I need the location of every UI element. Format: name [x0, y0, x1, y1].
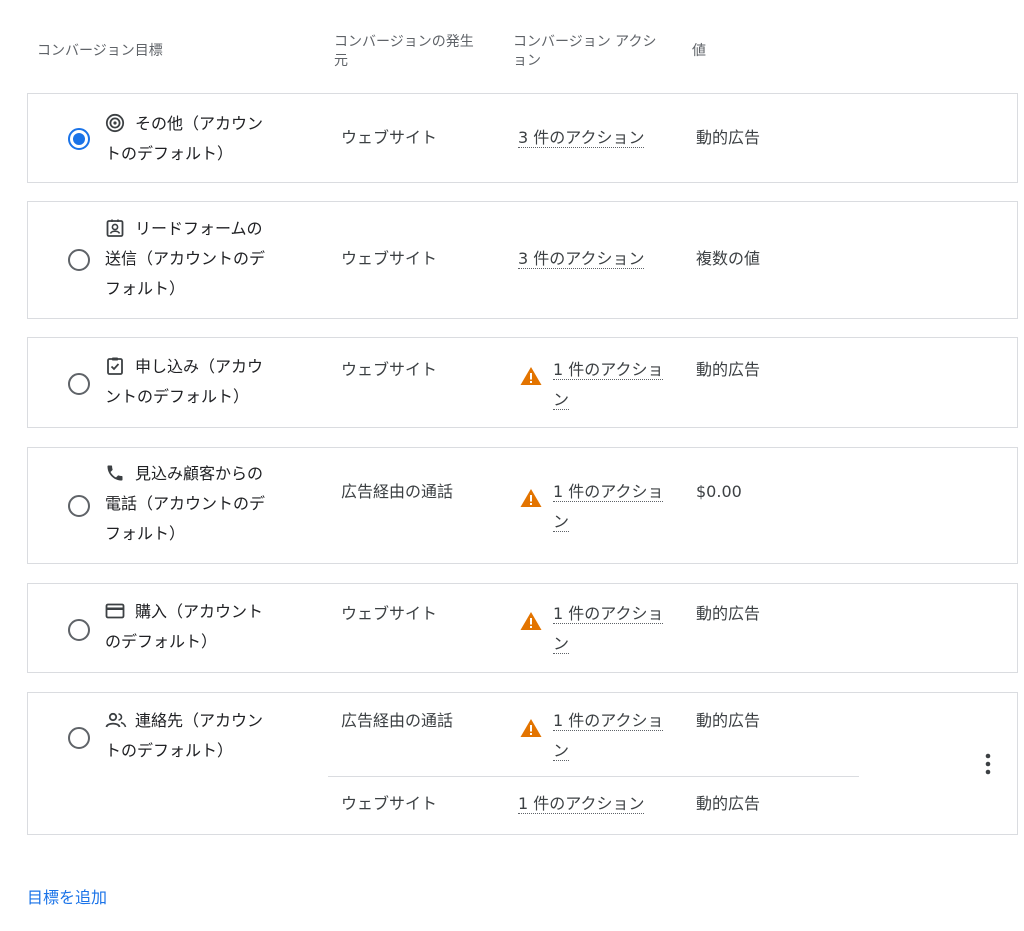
goal-label-line2: トのデフォルト）	[105, 741, 234, 760]
goal-label-contacts: 連絡先（アカウン トのデフォルト）	[105, 706, 295, 766]
action-link[interactable]: 1 件のアクショ ン	[553, 477, 678, 537]
action-link-text-line2: ン	[553, 741, 570, 761]
goal-radio-purchase[interactable]	[68, 619, 90, 641]
action-link-text-line1: 1 件のアクショ	[553, 604, 664, 624]
action-link[interactable]: 1 件のアクショ ン	[553, 706, 678, 766]
goal-label-line2: のデフォルト）	[105, 632, 218, 651]
column-header-action-line2: ョン	[513, 53, 541, 69]
action-link-text-line1: 1 件のアクショ	[553, 482, 664, 502]
value-cell: $0.00	[696, 482, 742, 501]
goal-label-lead-form: リードフォームの 送信（アカウントのデ フォルト）	[105, 214, 295, 304]
goal-radio-other[interactable]	[68, 128, 90, 150]
more-options-button[interactable]	[978, 751, 998, 777]
action-link-text: 3 件のアクション	[518, 128, 645, 148]
column-header-source: コンバージョンの発生 元	[334, 33, 474, 71]
action-link-text-line1: 1 件のアクショ	[553, 711, 664, 731]
goal-card-signup: 申し込み（アカウ ントのデフォルト） ウェブサイト 1 件のアクショ ン 動的広…	[27, 337, 1018, 428]
goal-radio-contacts[interactable]	[68, 727, 90, 749]
value-cell: 複数の値	[696, 249, 761, 268]
goal-label-line3: フォルト）	[105, 524, 186, 543]
goal-label-line2: 電話（アカウントのデ	[105, 494, 266, 513]
action-link-text-line1: 1 件のアクショ	[553, 360, 664, 380]
value-cell: 動的広告	[696, 794, 761, 813]
source-cell: ウェブサイト	[341, 604, 438, 623]
goal-card-lead-form: リードフォームの 送信（アカウントのデ フォルト） ウェブサイト 3 件のアクシ…	[27, 201, 1018, 319]
source-cell: 広告経由の通話	[341, 482, 454, 501]
goal-label-line1: 申し込み（アカウ	[135, 357, 264, 376]
source-cell: 広告経由の通話	[341, 711, 454, 730]
action-link[interactable]: 1 件のアクショ ン	[553, 355, 678, 415]
source-cell: ウェブサイト	[341, 128, 438, 147]
checklist-icon	[105, 356, 125, 376]
warning-icon	[520, 612, 542, 630]
goal-label-line2: 送信（アカウントのデ	[105, 249, 266, 268]
goal-label-line3: フォルト）	[105, 279, 186, 298]
warning-icon	[520, 719, 542, 737]
credit-card-icon	[105, 601, 125, 621]
goal-radio-lead-form[interactable]	[68, 249, 90, 271]
action-link-text: 3 件のアクション	[518, 249, 645, 269]
goal-card-phone-call: 見込み顧客からの 電話（アカウントのデ フォルト） 広告経由の通話 1 件のアク…	[27, 447, 1018, 564]
value-cell: 動的広告	[696, 128, 761, 147]
column-header-action: コンバージョン アクシ ョン	[513, 33, 656, 71]
goal-label-line1: 連絡先（アカウン	[135, 711, 264, 730]
column-header-source-line2: 元	[334, 53, 348, 69]
goal-label-line2: トのデフォルト）	[105, 144, 234, 163]
phone-icon	[105, 463, 125, 483]
goal-card-purchase: 購入（アカウント のデフォルト） ウェブサイト 1 件のアクショ ン 動的広告	[27, 583, 1018, 673]
source-cell: ウェブサイト	[341, 249, 438, 268]
goal-label-line1: リードフォームの	[135, 219, 263, 238]
contact-form-icon	[105, 218, 125, 238]
row-divider	[328, 776, 859, 777]
action-link-text-line2: ン	[553, 390, 570, 410]
goal-card-contacts: 連絡先（アカウン トのデフォルト） 広告経由の通話 1 件のアクショ ン 動的広…	[27, 692, 1018, 835]
value-cell: 動的広告	[696, 711, 761, 730]
action-link-text-line2: ン	[553, 512, 570, 532]
more-vert-icon	[985, 753, 991, 775]
source-cell: ウェブサイト	[341, 794, 438, 813]
column-header-goal: コンバージョン目標	[37, 43, 163, 59]
action-link-text: 1 件のアクション	[518, 794, 645, 814]
goal-label-line2: ントのデフォルト）	[105, 387, 250, 406]
add-goal-link[interactable]: 目標を追加	[27, 886, 107, 910]
action-link-text-line2: ン	[553, 634, 570, 654]
column-header-source-line1: コンバージョンの発生	[334, 34, 474, 50]
action-link[interactable]: 3 件のアクション	[518, 123, 645, 153]
goal-label-other: その他（アカウン トのデフォルト）	[105, 109, 295, 169]
goal-label-purchase: 購入（アカウント のデフォルト）	[105, 597, 295, 657]
goal-label-phone-call: 見込み顧客からの 電話（アカウントのデ フォルト）	[105, 459, 295, 549]
source-cell: ウェブサイト	[341, 360, 438, 379]
value-cell: 動的広告	[696, 604, 761, 623]
action-link[interactable]: 1 件のアクション	[518, 789, 645, 819]
goal-card-other: その他（アカウン トのデフォルト） ウェブサイト 3 件のアクション 動的広告	[27, 93, 1018, 183]
goal-label-line1: 見込み顧客からの	[135, 464, 264, 483]
goal-label-signup: 申し込み（アカウ ントのデフォルト）	[105, 352, 295, 412]
column-header-value: 値	[692, 43, 706, 59]
warning-icon	[520, 489, 542, 507]
contacts-icon	[105, 710, 127, 730]
goal-radio-phone-call[interactable]	[68, 495, 90, 517]
action-link[interactable]: 3 件のアクション	[518, 244, 645, 274]
value-cell: 動的広告	[696, 360, 761, 379]
warning-icon	[520, 367, 542, 385]
action-link[interactable]: 1 件のアクショ ン	[553, 599, 678, 659]
goal-radio-signup[interactable]	[68, 373, 90, 395]
goal-label-line1: 購入（アカウント	[135, 602, 264, 621]
goal-label-line1: その他（アカウン	[135, 114, 264, 133]
target-icon	[105, 113, 125, 133]
column-header-action-line1: コンバージョン アクシ	[513, 34, 657, 50]
